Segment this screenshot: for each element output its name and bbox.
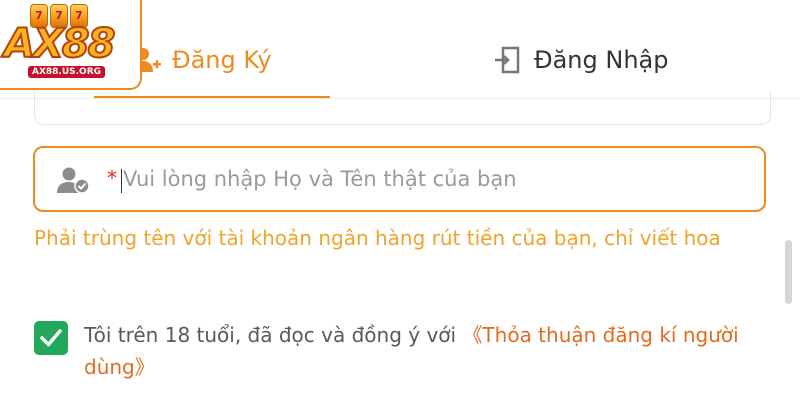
logo-domain: AX88.US.ORG (28, 66, 106, 78)
registration-form: 7 7 7 AX88 AX88.US.ORG Đăng Ký Đăng Nhập (0, 0, 800, 400)
verified-user-icon (57, 167, 90, 194)
tab-register-label: Đăng Ký (172, 46, 272, 74)
door-enter-icon (495, 46, 520, 74)
tab-register[interactable]: Đăng Ký (132, 40, 272, 80)
required-mark: * (107, 166, 117, 190)
terms-checkbox[interactable] (34, 321, 68, 355)
logo-text: AX88 (3, 21, 116, 67)
full-name-field[interactable]: * (33, 146, 766, 212)
terms-text: Tôi trên 18 tuổi, đã đọc và đồng ý với (84, 323, 457, 347)
terms-agreement: Tôi trên 18 tuổi, đã đọc và đồng ý với 《… (84, 319, 774, 383)
text-caret (121, 169, 122, 193)
scrollbar-thumb[interactable] (785, 240, 792, 304)
tab-login-label: Đăng Nhập (534, 46, 669, 74)
previous-field-edge (34, 90, 771, 125)
name-field-hint: Phải trùng tên với tài khoản ngân hàng r… (34, 226, 721, 250)
tab-login[interactable]: Đăng Nhập (494, 40, 668, 80)
check-icon (40, 329, 62, 347)
full-name-input[interactable] (123, 162, 723, 196)
ax88-logo: 7 7 7 AX88 AX88.US.ORG (0, 0, 142, 90)
